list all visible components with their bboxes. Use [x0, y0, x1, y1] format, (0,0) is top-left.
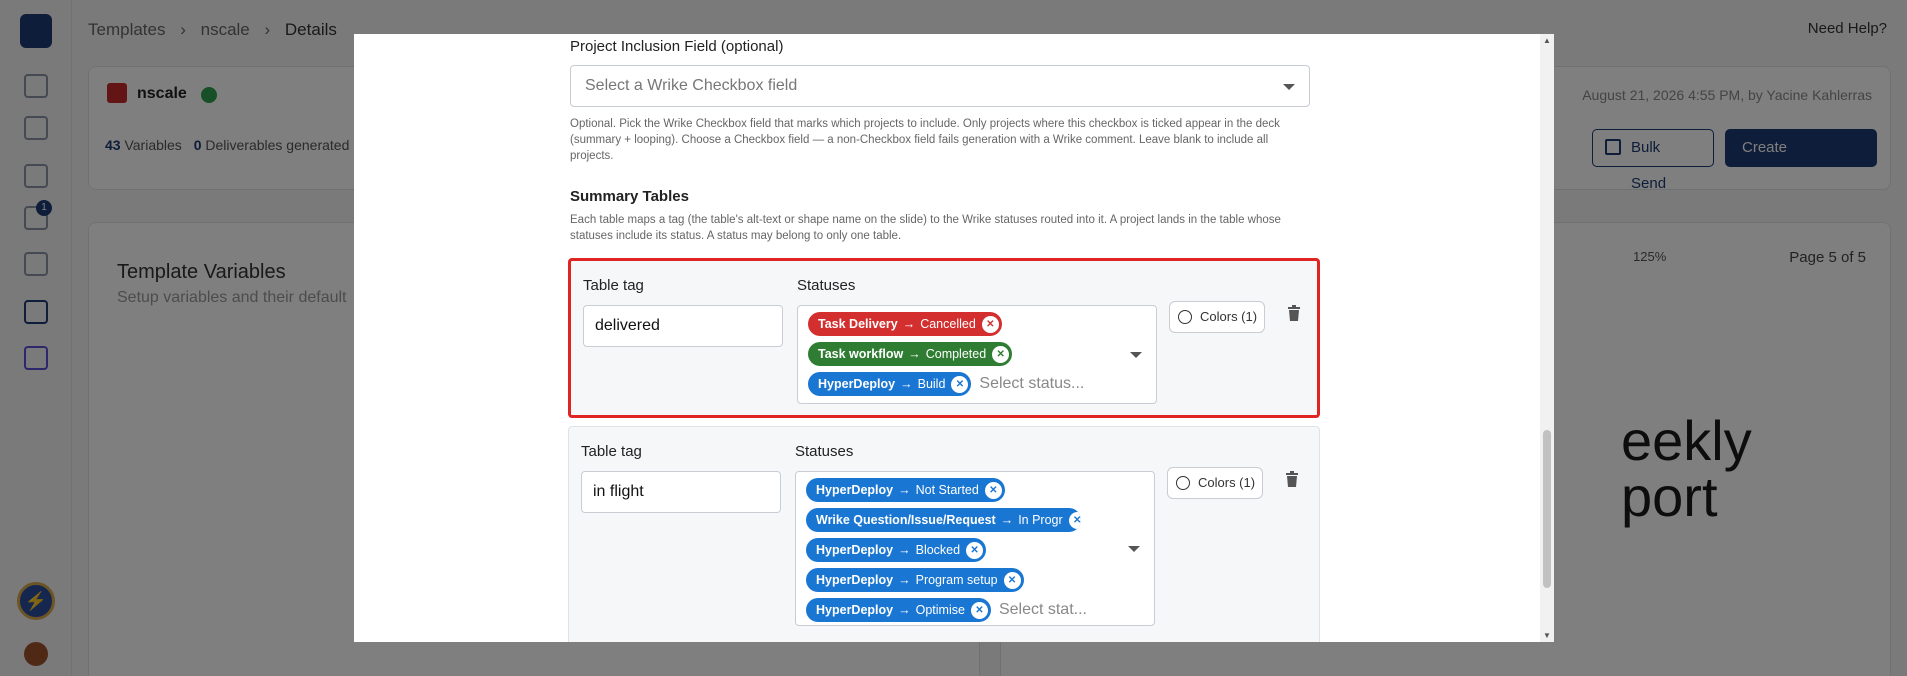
- remove-chip-icon[interactable]: ✕: [951, 375, 969, 393]
- palette-icon: [1178, 310, 1192, 324]
- statuses-select[interactable]: HyperDeploy → Not Started ✕ Wrike Question/…: [795, 471, 1155, 626]
- table-tag-input[interactable]: in flight: [581, 471, 781, 513]
- scroll-up-icon[interactable]: ▲: [1543, 36, 1551, 45]
- colors-button[interactable]: Colors (1): [1167, 467, 1263, 499]
- chip-workflow: Task Delivery: [818, 317, 898, 331]
- remove-chip-icon[interactable]: ✕: [992, 345, 1010, 363]
- chip-workflow: Wrike Question/Issue/Request: [816, 513, 996, 527]
- chip-workflow: HyperDeploy: [818, 377, 896, 391]
- remove-chip-icon[interactable]: ✕: [981, 315, 999, 333]
- summary-tables-title: Summary Tables: [570, 188, 689, 205]
- scroll-down-icon[interactable]: ▼: [1543, 631, 1551, 640]
- status-chip: HyperDeploy → Program setup ✕: [806, 568, 1024, 592]
- chip-status: Completed: [925, 347, 987, 361]
- colors-button[interactable]: Colors (1): [1169, 301, 1265, 333]
- chip-workflow: HyperDeploy: [816, 603, 894, 617]
- colors-label: Colors (1): [1200, 309, 1258, 324]
- summary-tables-help: Each table maps a tag (the table's alt-t…: [570, 214, 1281, 242]
- status-chip: Task workflow → Completed ✕: [808, 342, 1013, 366]
- remove-chip-icon[interactable]: ✕: [1003, 571, 1021, 589]
- scrollbar-thumb[interactable]: [1543, 430, 1551, 588]
- status-chip: Wrike Question/Issue/Request → In Progr ✕: [806, 508, 1081, 532]
- palette-icon: [1176, 476, 1190, 490]
- trash-icon[interactable]: [1287, 305, 1301, 321]
- status-chip: HyperDeploy → Optimise ✕: [806, 598, 991, 622]
- inclusion-field-select[interactable]: Select a Wrike Checkbox field: [570, 65, 1310, 107]
- status-chip: Task Delivery → Cancelled ✕: [808, 312, 1002, 336]
- chip-status: Cancelled: [920, 317, 976, 331]
- remove-chip-icon[interactable]: ✕: [1068, 511, 1081, 529]
- trash-icon[interactable]: [1285, 471, 1299, 487]
- inclusion-help: Optional. Pick the Wrike Checkbox field …: [570, 118, 1280, 162]
- inclusion-placeholder: Select a Wrike Checkbox field: [585, 77, 798, 94]
- chip-status: Build: [917, 377, 946, 391]
- remove-chip-icon[interactable]: ✕: [984, 481, 1002, 499]
- chevron-down-icon: [1130, 352, 1142, 358]
- chip-workflow: HyperDeploy: [816, 573, 894, 587]
- table-tag-label: Table tag: [581, 443, 642, 460]
- status-chip: HyperDeploy → Not Started ✕: [806, 478, 1005, 502]
- chip-status: Not Started: [915, 483, 979, 497]
- chip-status: In Progr: [1018, 513, 1063, 527]
- chip-status: Optimise: [915, 603, 965, 617]
- status-search-input[interactable]: Select stat...: [999, 601, 1087, 619]
- modal-scrollbar[interactable]: ▲ ▼: [1540, 34, 1554, 642]
- chip-status: Blocked: [915, 543, 961, 557]
- chip-workflow: Task workflow: [818, 347, 904, 361]
- statuses-label: Statuses: [795, 443, 854, 460]
- table-tag-input[interactable]: delivered: [583, 305, 783, 347]
- summary-table-row-in-flight: Table tag Statuses in flight HyperDeploy…: [568, 426, 1320, 642]
- status-search-input[interactable]: Select status...: [979, 375, 1084, 393]
- inclusion-label: Project Inclusion Field (optional): [570, 38, 784, 55]
- status-chip: HyperDeploy → Build ✕: [808, 372, 972, 396]
- summary-table-row-delivered: Table tag Statuses delivered Task Delive…: [568, 258, 1320, 418]
- chip-status: Program setup: [915, 573, 998, 587]
- chevron-down-icon: [1283, 84, 1295, 90]
- chip-workflow: HyperDeploy: [816, 483, 894, 497]
- remove-chip-icon[interactable]: ✕: [970, 601, 988, 619]
- colors-label: Colors (1): [1198, 475, 1256, 490]
- statuses-select[interactable]: Task Delivery → Cancelled ✕ Task workflow → C…: [797, 305, 1157, 404]
- chevron-down-icon: [1128, 546, 1140, 552]
- remove-chip-icon[interactable]: ✕: [966, 541, 984, 559]
- table-tag-label: Table tag: [583, 277, 644, 294]
- statuses-label: Statuses: [797, 277, 856, 294]
- summary-config-modal: Project Inclusion Field (optional) Selec…: [354, 34, 1554, 642]
- status-chip: HyperDeploy → Blocked ✕: [806, 538, 987, 562]
- chip-workflow: HyperDeploy: [816, 543, 894, 557]
